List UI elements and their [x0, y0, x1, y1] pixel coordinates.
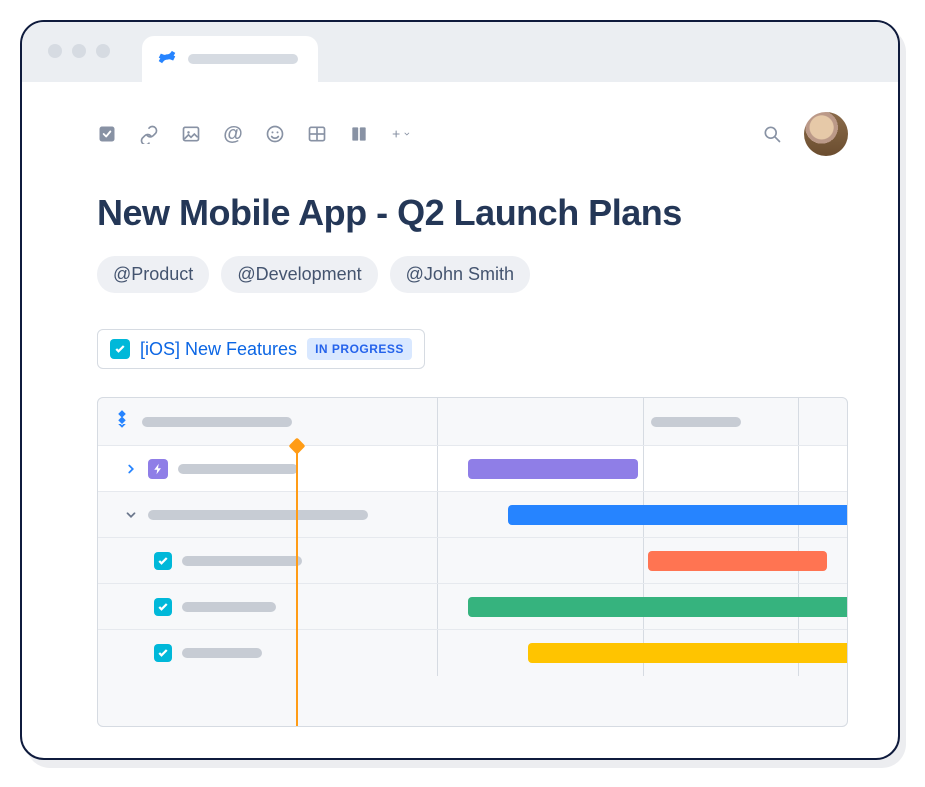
link-icon[interactable]	[139, 124, 159, 144]
mention-list: @Product @Development @John Smith	[97, 256, 848, 293]
editor-toolbar: @	[97, 112, 848, 156]
gantt-bar[interactable]	[468, 459, 638, 479]
jira-software-icon	[112, 409, 132, 434]
gantt-bar[interactable]	[528, 643, 848, 663]
page-content: @ Ne	[22, 82, 898, 727]
mention-pill[interactable]: @Product	[97, 256, 209, 293]
jira-task-card[interactable]: [iOS] New Features IN PROGRESS	[97, 329, 425, 369]
tab-title-placeholder	[188, 54, 298, 64]
browser-titlebar	[22, 22, 898, 82]
gantt-row-task[interactable]	[98, 630, 847, 676]
task-icon	[154, 598, 172, 616]
task-icon	[154, 552, 172, 570]
task-title-placeholder	[182, 602, 276, 612]
epic-icon	[148, 459, 168, 479]
gantt-row-epic-expanded[interactable]	[98, 492, 847, 538]
status-badge: IN PROGRESS	[307, 338, 412, 360]
emoji-icon[interactable]	[265, 124, 285, 144]
gantt-bar[interactable]	[508, 505, 848, 525]
image-icon[interactable]	[181, 124, 201, 144]
task-checkbox-icon	[110, 339, 130, 359]
page-title[interactable]: New Mobile App - Q2 Launch Plans	[97, 192, 848, 234]
browser-tab[interactable]	[142, 36, 318, 82]
gantt-row-task[interactable]	[98, 538, 847, 584]
task-title-placeholder	[182, 648, 262, 658]
mention-pill[interactable]: @Development	[221, 256, 377, 293]
action-item-icon[interactable]	[97, 124, 117, 144]
window-controls[interactable]	[48, 44, 110, 58]
epic-title-placeholder	[178, 464, 298, 474]
mention-icon[interactable]: @	[223, 124, 243, 144]
roadmap-gantt[interactable]	[97, 397, 848, 727]
insert-more-icon[interactable]	[391, 124, 411, 144]
gantt-row-task[interactable]	[98, 584, 847, 630]
task-title-placeholder	[182, 556, 302, 566]
user-avatar[interactable]	[804, 112, 848, 156]
task-title: [iOS] New Features	[140, 339, 297, 360]
gantt-row-epic-collapsed[interactable]	[98, 446, 847, 492]
app-window: @ Ne	[20, 20, 900, 760]
epic-title-placeholder	[148, 510, 368, 520]
search-icon[interactable]	[762, 124, 782, 144]
chevron-right-icon[interactable]	[124, 462, 138, 476]
today-marker	[296, 446, 298, 726]
timeline-column-placeholder	[651, 417, 741, 427]
gantt-bar[interactable]	[648, 551, 827, 571]
layout-icon[interactable]	[349, 124, 369, 144]
table-icon[interactable]	[307, 124, 327, 144]
gantt-bar[interactable]	[468, 597, 848, 617]
mention-pill[interactable]: @John Smith	[390, 256, 530, 293]
header-placeholder	[142, 417, 292, 427]
gantt-header	[98, 398, 847, 446]
chevron-down-icon[interactable]	[124, 508, 138, 522]
task-icon	[154, 644, 172, 662]
confluence-icon	[156, 46, 178, 73]
